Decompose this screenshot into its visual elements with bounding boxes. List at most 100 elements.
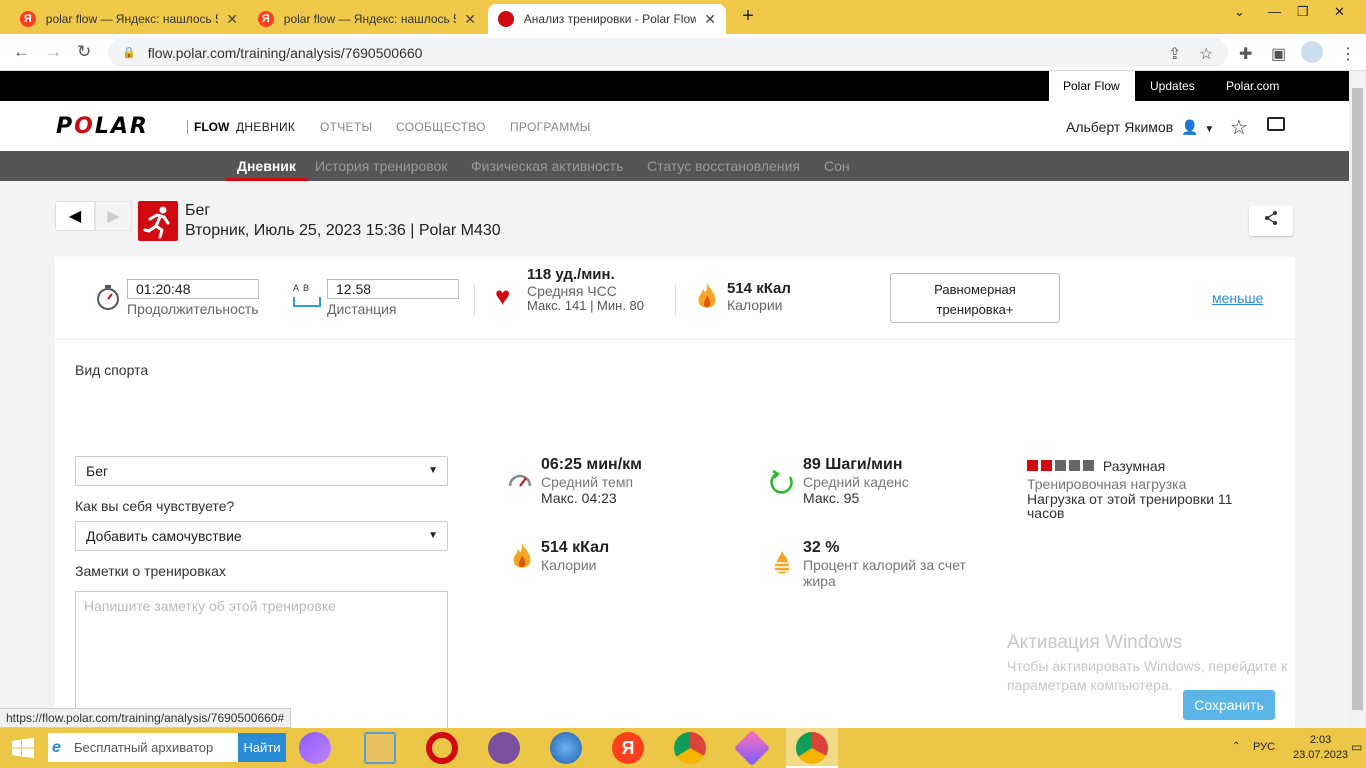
subnav-activity[interactable]: Физическая активность [459,151,635,181]
restore-icon[interactable]: ❐ [1297,4,1309,20]
pace-stat: 06:25 мин/км Средний темп Макс. 04:23 [541,456,642,506]
subnav-recovery[interactable]: Статус восстановления [635,151,812,181]
load-bar-filled [1027,460,1038,471]
status-bar-url: https://flow.polar.com/training/analysis… [0,708,292,728]
next-session-button[interactable]: ▶ [95,201,132,231]
duration-label: Продолжительность [127,301,259,317]
language-indicator[interactable]: РУС [1253,741,1275,753]
messages-icon[interactable] [1267,117,1285,131]
extensions-icon[interactable]: ✚ [1239,44,1252,64]
favorites-star-icon[interactable]: ☆ [1230,115,1248,140]
share-icon [1265,211,1277,225]
load-level: Разумная [1027,458,1232,474]
minimize-icon[interactable]: — [1268,4,1281,19]
heart-icon: ♥ [495,281,511,311]
nav-community[interactable]: СООБЩЕСТВО [396,120,486,134]
user-menu[interactable]: Альберт Якимов 👤 ▼ [1066,119,1214,136]
previous-session-button[interactable]: ◀ [55,201,95,231]
notifications-icon[interactable]: ▭ [1351,740,1362,754]
close-icon[interactable]: ✕ [226,11,238,28]
bookmark-star-icon[interactable]: ☆ [1199,44,1213,64]
ie-icon: e [52,739,61,756]
file-explorer-icon[interactable] [364,732,396,764]
tab-title: polar flow — Яндекс: нашлось 5 [45,12,219,26]
profile-avatar[interactable] [1301,41,1323,63]
yandex-browser-icon[interactable]: Я [612,732,644,764]
browser-globe-icon[interactable] [550,732,582,764]
window-close-icon[interactable]: ✕ [1334,4,1345,20]
cadence-icon [768,469,796,498]
taskbar-clock[interactable]: 2:03 23.07.2023 [1293,733,1348,763]
share-page-icon[interactable]: ⇪ [1168,44,1181,64]
reload-icon[interactable]: ↻ [77,42,91,62]
save-button[interactable]: Сохранить [1183,690,1275,720]
top-link-updates[interactable]: Updates [1136,71,1209,101]
feeling-label: Как вы себя чувствуете? [75,498,235,514]
windows-start-icon[interactable] [12,738,34,761]
training-benefit-button[interactable]: Равномерная тренировка+ [890,273,1060,323]
chevron-down-icon: ▼ [428,530,438,541]
browser-tab-2[interactable]: Я polar flow — Яндекс: нашлось 5 ✕ [248,4,486,34]
windows-activation-title: Активация Windows [1007,632,1183,653]
tray-chevron-icon[interactable]: ⌃ [1232,741,1240,752]
lock-icon: 🔒 [122,47,136,59]
menu-icon[interactable]: ⋮ [1340,44,1356,64]
cadence-stat: 89 Шаги/мин Средний каденс Макс. 95 [803,456,909,506]
nav-diary[interactable]: ДНЕВНИК [236,120,295,134]
subnav-history[interactable]: История тренировок [303,151,459,181]
distance-input[interactable]: 12.58 [327,279,459,299]
close-icon[interactable]: ✕ [704,11,716,28]
yandex-icon: Я [258,11,274,27]
windows-taskbar: e Бесплатный архиватор Найти Я ⌃ РУС 2:0… [0,728,1366,768]
subnav-sleep[interactable]: Сон [812,151,862,181]
sport-type-label: Вид спорта [75,362,149,378]
opera-icon[interactable] [426,732,458,764]
alice-icon[interactable] [299,732,331,764]
viber-icon[interactable] [488,732,520,764]
session-date: Вторник, Июль 25, 2023 15:36 | Polar M43… [185,222,501,239]
sub-navigation: Дневник История тренировок Физическая ак… [0,151,1349,181]
taskbar-search-button[interactable]: Найти [238,733,286,762]
new-tab-button[interactable]: + [736,4,760,30]
fat-burn-icon [771,549,793,582]
side-panel-icon[interactable]: ▣ [1271,44,1286,64]
back-icon[interactable]: ← [13,42,30,62]
tab-search-icon[interactable]: ⌄ [1234,4,1245,20]
nav-programs[interactable]: ПРОГРАММЫ [510,120,591,134]
session-sport: Бег [185,202,211,219]
address-bar: ← → ↻ 🔒 flow.polar.com/training/analysis… [0,34,1366,71]
active-chrome-task[interactable] [786,728,838,768]
polar-favicon-icon [498,11,514,27]
chevron-down-icon: ▼ [1204,124,1215,135]
chrome-icon [796,732,828,764]
close-icon[interactable]: ✕ [464,11,476,28]
windows-activation-text: Чтобы активировать Windows, перейдите кп… [1007,658,1288,693]
chrome-icon[interactable] [674,732,706,764]
distance-label: Дистанция [327,301,397,317]
duration-input[interactable]: 01:20:48 [127,279,259,299]
top-link-polar-com[interactable]: Polar.com [1212,71,1293,101]
chevron-down-icon: ▼ [428,465,438,476]
load-bar-empty [1083,460,1094,471]
browser-tab-bar: Я polar flow — Яндекс: нашлось 5 ✕ Я pol… [0,0,1366,34]
browser-tab-3[interactable]: Анализ тренировки - Polar Flow ✕ [488,4,726,34]
sport-type-select[interactable]: Бег ▼ [75,456,448,486]
browser-tab-1[interactable]: Я polar flow — Яндекс: нашлось 5 ✕ [10,4,248,34]
url-field[interactable]: 🔒 flow.polar.com/training/analysis/76905… [108,38,1228,67]
share-button[interactable] [1249,206,1293,236]
forward-icon[interactable]: → [45,42,62,62]
scrollbar-thumb[interactable] [1352,88,1363,710]
top-link-polar-flow[interactable]: Polar Flow [1049,71,1135,101]
feeling-select[interactable]: Добавить самочувствие ▼ [75,521,448,551]
less-link[interactable]: меньше [1212,290,1263,306]
page-content: Polar Flow Updates Polar.com POLAR FLOW … [0,71,1349,728]
subnav-diary[interactable]: Дневник [225,151,308,181]
distance-ab: AB [293,283,314,293]
polar-logo[interactable]: POLAR [56,114,149,139]
taskbar-search-input[interactable]: e Бесплатный архиватор [48,733,238,762]
person-icon: 👤 [1181,119,1199,135]
running-icon [138,201,178,241]
hr-minmax: Макс. 141 | Мин. 80 [527,298,645,313]
app-gem-icon[interactable] [733,729,771,767]
nav-reports[interactable]: ОТЧЕТЫ [320,120,372,134]
